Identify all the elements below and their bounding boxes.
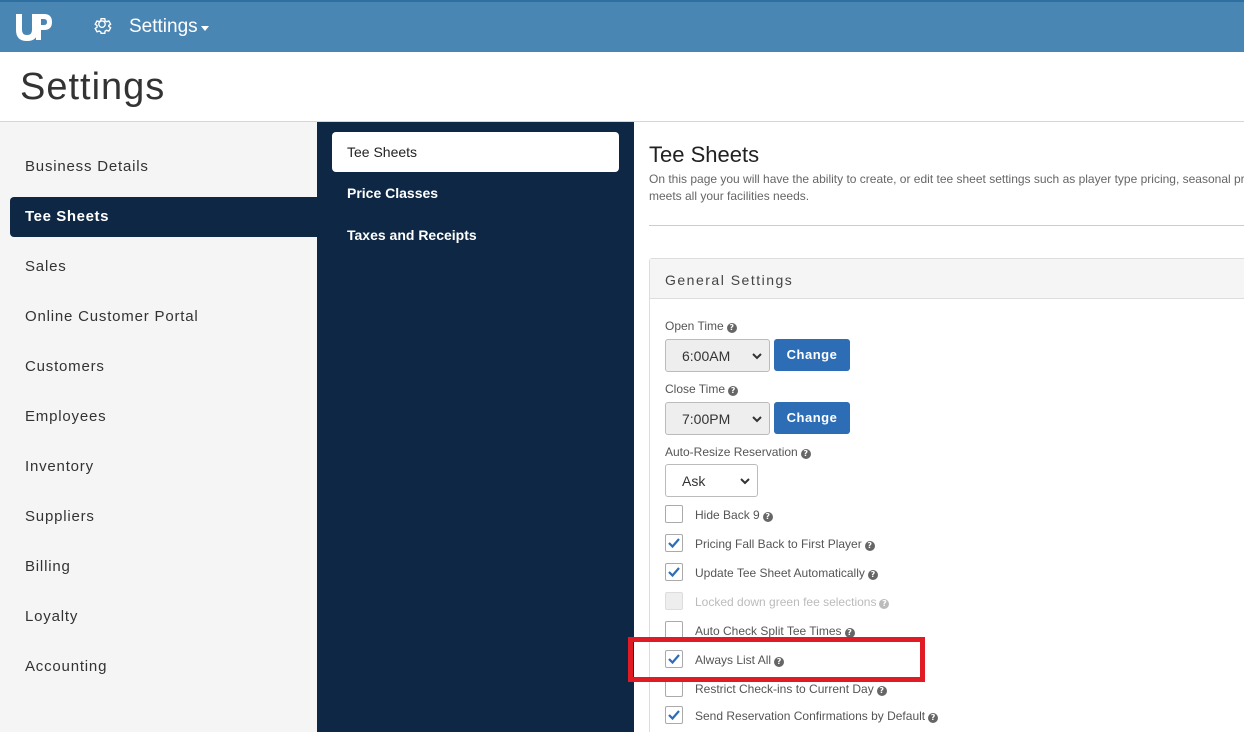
checkbox-label-text: Pricing Fall Back to First Player xyxy=(695,537,862,551)
sidebar-item-loyalty[interactable]: Loyalty xyxy=(25,608,78,625)
open-time-value: 6:00AM xyxy=(682,348,731,364)
sidebar-item-inventory[interactable]: Inventory xyxy=(25,458,94,475)
sidebar-item-tee-sheets[interactable]: Tee Sheets xyxy=(10,197,317,237)
sidebar-item-sales[interactable]: Sales xyxy=(25,258,67,275)
open-time-label: Open Time? xyxy=(665,319,737,333)
sidebar-item-label: Tee Sheets xyxy=(25,208,110,225)
locked-green-fee-label: Locked down green fee selections? xyxy=(695,595,890,609)
sidebar-item-billing[interactable]: Billing xyxy=(25,558,71,575)
panel-heading-label: General Settings xyxy=(665,272,794,288)
help-icon[interactable]: ? xyxy=(728,386,739,396)
open-time-label-text: Open Time xyxy=(665,319,724,333)
logo[interactable] xyxy=(14,12,54,42)
sidebar-item-business-details[interactable]: Business Details xyxy=(25,158,149,175)
help-icon[interactable]: ? xyxy=(928,713,939,723)
checkbox-label-text: Locked down green fee selections xyxy=(695,595,877,609)
caret-down-icon[interactable] xyxy=(201,26,209,31)
sidebar-item-customers[interactable]: Customers xyxy=(25,358,105,375)
checkbox-label-text: Hide Back 9 xyxy=(695,508,760,522)
sidebar-item-accounting[interactable]: Accounting xyxy=(25,658,107,675)
check-icon xyxy=(668,710,680,721)
help-icon[interactable]: ? xyxy=(864,541,875,551)
subnav-item-tee-sheets[interactable]: Tee Sheets xyxy=(332,132,619,172)
chevron-down-icon xyxy=(752,416,762,423)
content-title: Tee Sheets xyxy=(649,142,760,167)
subnav-item-price-classes[interactable]: Price Classes xyxy=(347,185,438,201)
help-icon[interactable]: ? xyxy=(879,599,890,609)
help-icon[interactable]: ? xyxy=(867,570,878,580)
highlight-box xyxy=(628,637,925,682)
sidebar: Business Details Tee Sheets Sales Online… xyxy=(0,122,317,732)
close-time-label: Close Time? xyxy=(665,382,739,396)
open-time-change-button[interactable]: Change xyxy=(774,339,850,371)
logo-icon xyxy=(16,14,52,41)
update-tee-sheet-label: Update Tee Sheet Automatically? xyxy=(695,566,878,580)
close-time-value: 7:00PM xyxy=(682,411,731,427)
sidebar-item-suppliers[interactable]: Suppliers xyxy=(25,508,95,525)
page-title: Settings xyxy=(20,66,166,108)
locked-green-fee-checkbox xyxy=(665,592,683,610)
content-description: On this page you will have the ability t… xyxy=(649,171,1244,205)
sidebar-item-online-customer-portal[interactable]: Online Customer Portal xyxy=(25,308,199,325)
sub-nav: Tee Sheets Price Classes Taxes and Recei… xyxy=(317,122,634,732)
close-time-change-button[interactable]: Change xyxy=(774,402,850,434)
close-time-select[interactable]: 7:00PM xyxy=(665,402,770,435)
auto-resize-value: Ask xyxy=(682,473,706,489)
help-icon[interactable]: ? xyxy=(800,449,811,459)
panel-heading: General Settings xyxy=(650,259,1244,299)
close-time-label-text: Close Time xyxy=(665,382,726,396)
check-icon xyxy=(668,567,680,578)
gear-icon[interactable] xyxy=(91,15,113,37)
checkbox-label-text: Restrict Check-ins to Current Day xyxy=(695,682,874,696)
pricing-fall-back-checkbox[interactable] xyxy=(665,534,683,552)
divider xyxy=(649,225,1244,226)
subnav-item-taxes-and-receipts[interactable]: Taxes and Receipts xyxy=(347,227,477,243)
auto-check-split-label: Auto Check Split Tee Times? xyxy=(695,624,855,638)
auto-resize-label: Auto-Resize Reservation? xyxy=(665,445,811,459)
update-tee-sheet-checkbox[interactable] xyxy=(665,563,683,581)
help-icon[interactable]: ? xyxy=(726,323,737,333)
checkbox-label-text: Send Reservation Confirmations by Defaul… xyxy=(695,709,926,723)
auto-resize-label-text: Auto-Resize Reservation xyxy=(665,445,798,459)
top-bar: Settings xyxy=(0,0,1244,52)
check-icon xyxy=(668,538,680,549)
send-confirmations-checkbox[interactable] xyxy=(665,706,683,724)
help-icon[interactable]: ? xyxy=(762,512,773,522)
help-icon[interactable]: ? xyxy=(876,686,887,696)
send-confirmations-label: Send Reservation Confirmations by Defaul… xyxy=(695,709,939,723)
restrict-check-ins-label: Restrict Check-ins to Current Day? xyxy=(695,682,887,696)
chevron-down-icon xyxy=(740,478,750,485)
sidebar-item-employees[interactable]: Employees xyxy=(25,408,106,425)
pricing-fall-back-label: Pricing Fall Back to First Player? xyxy=(695,537,875,551)
auto-resize-select[interactable]: Ask xyxy=(665,464,758,497)
hide-back-9-checkbox[interactable] xyxy=(665,505,683,523)
chevron-down-icon xyxy=(752,353,762,360)
open-time-select[interactable]: 6:00AM xyxy=(665,339,770,372)
settings-menu-label[interactable]: Settings xyxy=(129,16,198,38)
checkbox-label-text: Update Tee Sheet Automatically xyxy=(695,566,865,580)
checkbox-label-text: Auto Check Split Tee Times xyxy=(695,624,842,638)
description-line: meets all your facilities needs. xyxy=(649,189,810,203)
hide-back-9-label: Hide Back 9? xyxy=(695,508,773,522)
description-line: On this page you will have the ability t… xyxy=(649,172,1244,186)
subnav-item-label: Tee Sheets xyxy=(347,144,418,160)
